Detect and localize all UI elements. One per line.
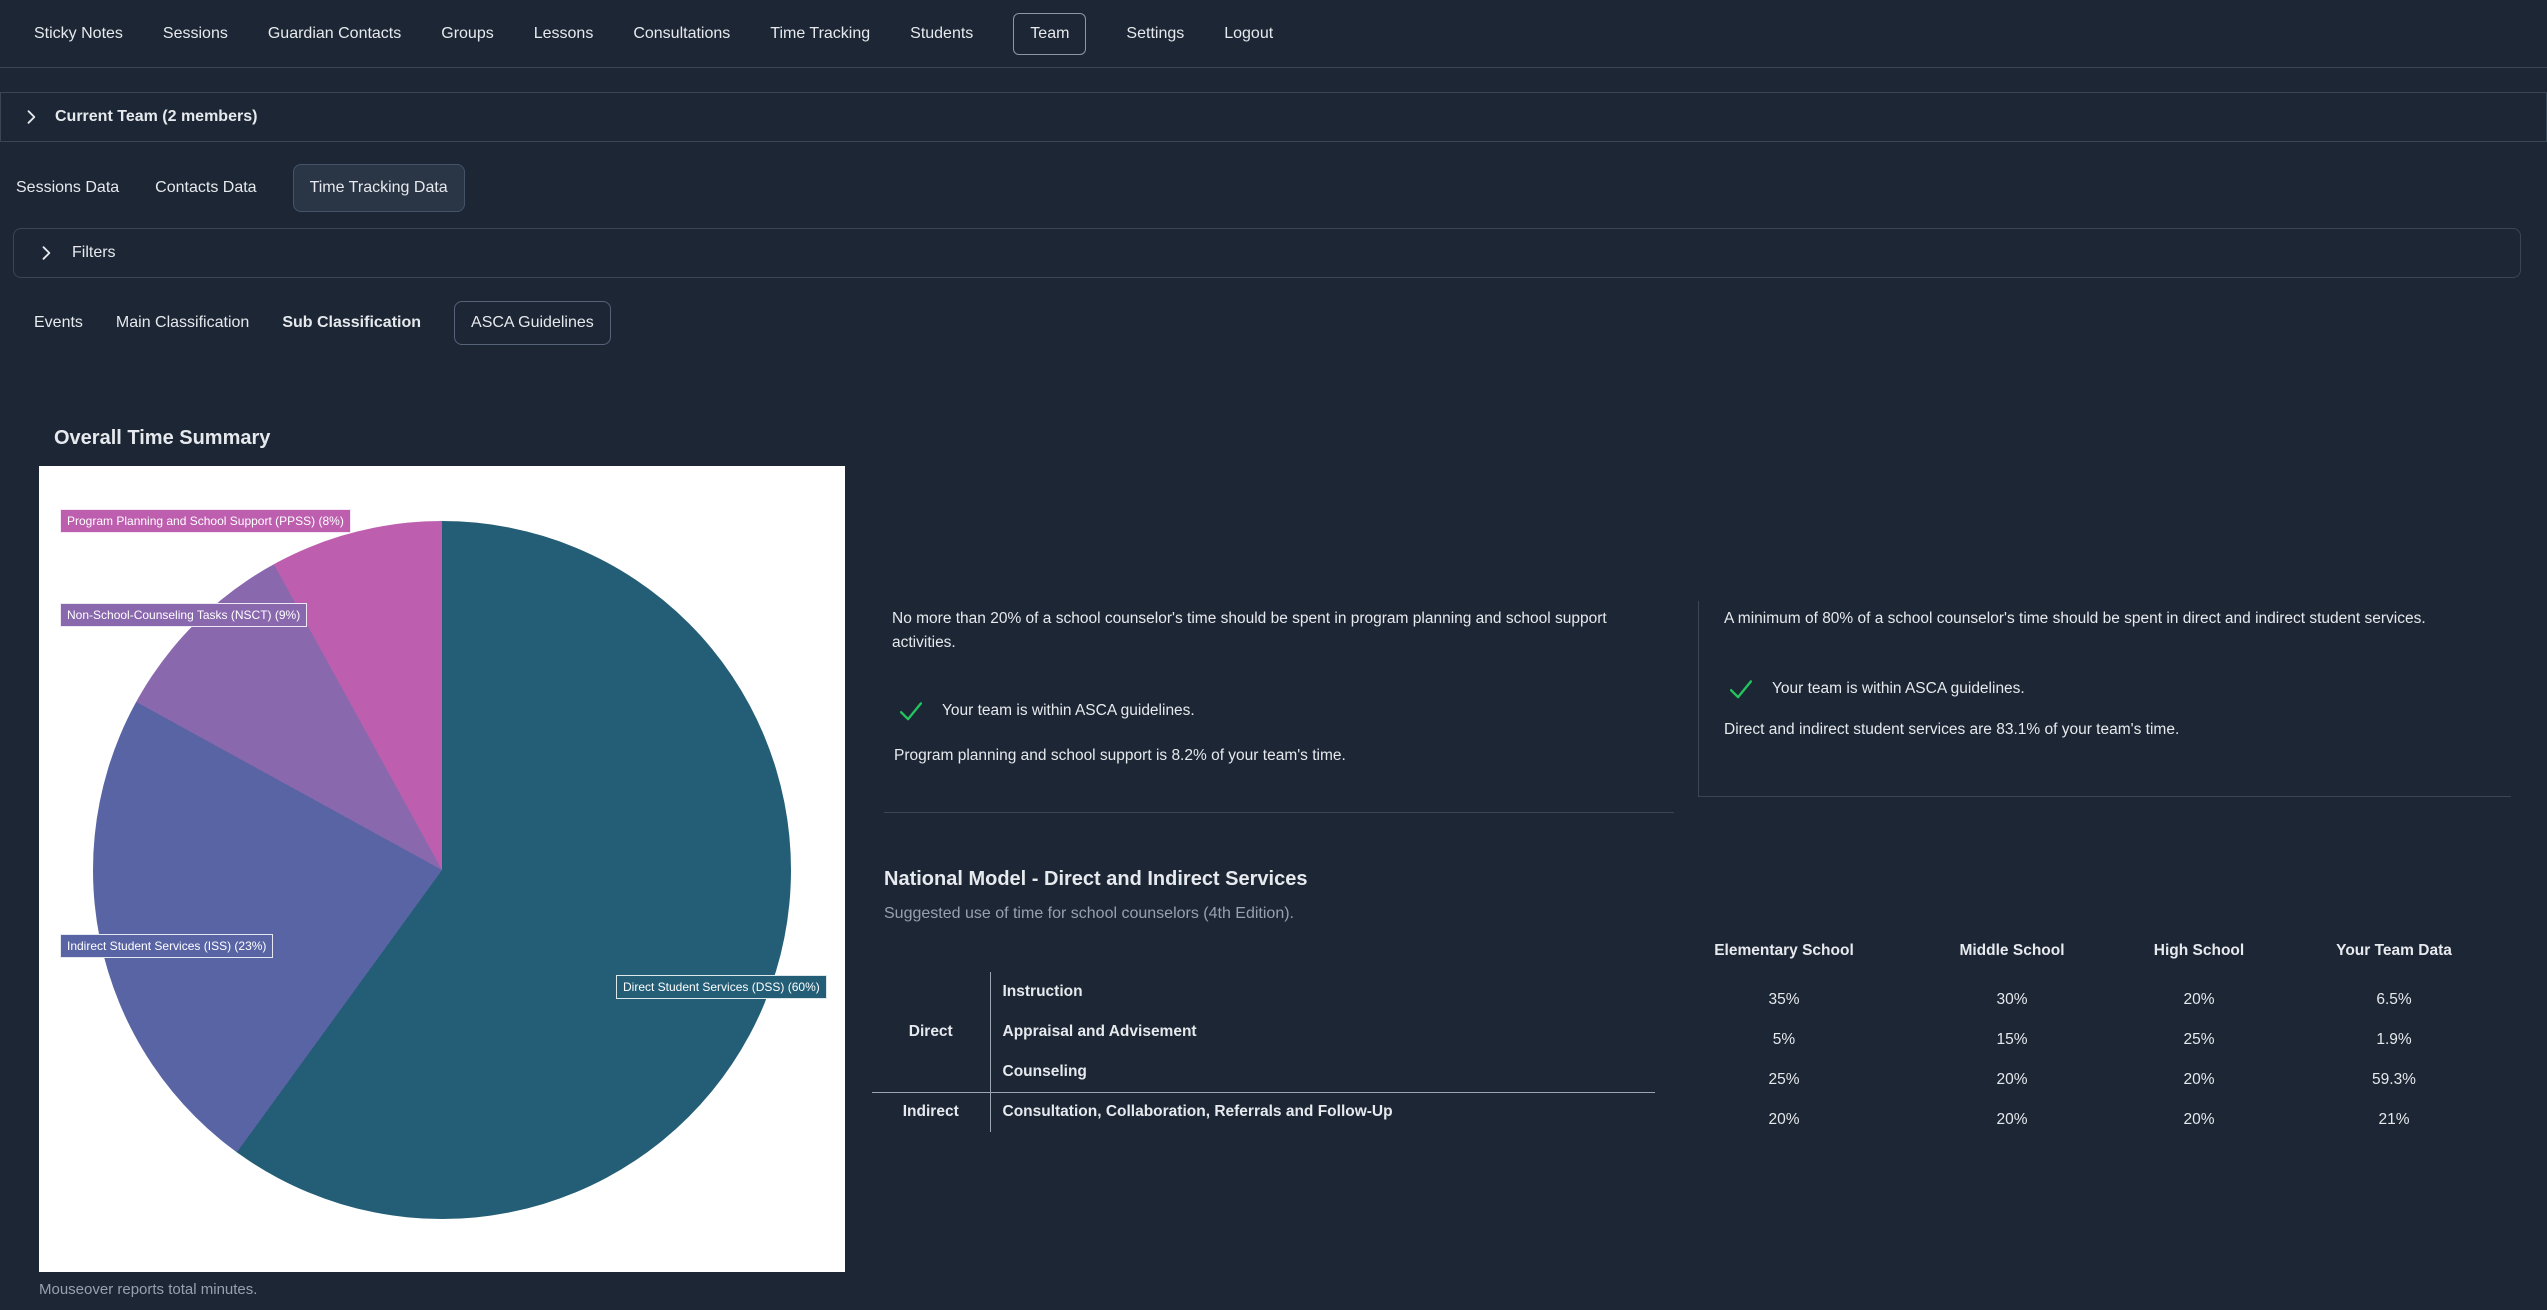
column-header-elementary: Elementary School <box>1714 942 1854 959</box>
chart-footnote: Mouseover reports total minutes. <box>39 1281 258 1298</box>
tab-asca-guidelines[interactable]: ASCA Guidelines <box>454 301 611 345</box>
filters-panel-toggle[interactable]: Filters <box>13 228 2521 278</box>
guideline-status-row: Your team is within ASCA guidelines. <box>1724 675 2025 703</box>
usage-value: 5% <box>1772 1031 1796 1048</box>
guideline-status-text: Your team is within ASCA guidelines. <box>942 702 1195 719</box>
guideline-detail-text: Direct and indirect student services are… <box>1724 721 2180 738</box>
nav-item-logout[interactable]: Logout <box>1224 25 1273 43</box>
usage-value: 20% <box>2183 1111 2215 1128</box>
usage-value: 25% <box>1768 1071 1800 1088</box>
table-row: Appraisal and Advisement <box>872 1012 1655 1052</box>
pie-chart-card: Program Planning and School Support (PPS… <box>39 466 845 1272</box>
usage-value: 35% <box>1768 991 1800 1008</box>
usage-table-section: Elementary School Middle School High Sch… <box>1660 936 2506 1140</box>
tab-sub-classification[interactable]: Sub Classification <box>282 314 421 332</box>
national-model-title: National Model - Direct and Indirect Ser… <box>884 868 1308 890</box>
chevron-right-icon <box>36 243 56 263</box>
check-icon <box>1724 675 1758 703</box>
overall-time-summary-title: Overall Time Summary <box>54 427 271 449</box>
service-counseling: Counseling <box>1002 1062 1087 1080</box>
nav-item-consultations[interactable]: Consultations <box>633 25 730 43</box>
pie-label-ppss: Program Planning and School Support (PPS… <box>60 509 351 534</box>
filters-label: Filters <box>72 244 116 261</box>
usage-value: 59.3% <box>2372 1071 2416 1088</box>
service-appraisal: Appraisal and Advisement <box>1002 1023 1197 1040</box>
current-team-panel-toggle[interactable]: Current Team (2 members) <box>0 92 2547 142</box>
service-instruction: Instruction <box>1002 983 1083 1000</box>
column-header-middle: Middle School <box>1959 942 2065 959</box>
chevron-right-icon <box>21 107 41 127</box>
tab-events[interactable]: Events <box>34 314 83 332</box>
usage-value: 20% <box>2183 1071 2215 1088</box>
usage-value: 21% <box>2378 1111 2410 1128</box>
usage-value: 20% <box>1996 1111 2028 1128</box>
nav-item-time-tracking[interactable]: Time Tracking <box>770 25 870 43</box>
guideline-detail-text: Program planning and school support is 8… <box>894 747 1346 764</box>
tab-main-classification[interactable]: Main Classification <box>116 314 249 332</box>
nav-item-groups[interactable]: Groups <box>441 25 493 43</box>
usage-value: 20% <box>1768 1111 1800 1128</box>
guideline-panel-ppss: No more than 20% of a school counselor's… <box>884 601 1674 813</box>
tab-contacts-data[interactable]: Contacts Data <box>155 179 256 197</box>
category-indirect: Indirect <box>872 1091 991 1132</box>
guideline-rule-text: A minimum of 80% of a school counselor's… <box>1724 610 2426 627</box>
column-header-your-team: Your Team Data <box>2336 942 2452 959</box>
check-icon <box>894 697 928 725</box>
pie-label-iss: Indirect Student Services (ISS) (23%) <box>60 934 274 959</box>
nav-item-settings[interactable]: Settings <box>1126 25 1184 43</box>
tab-sessions-data[interactable]: Sessions Data <box>16 179 119 197</box>
guideline-status-text: Your team is within ASCA guidelines. <box>1772 680 2025 697</box>
top-nav: Sticky Notes Sessions Guardian Contacts … <box>0 0 2547 68</box>
category-direct: Direct <box>872 972 991 1092</box>
nav-item-guardian-contacts[interactable]: Guardian Contacts <box>268 25 401 43</box>
table-row: Counseling <box>872 1052 1655 1092</box>
service-consultation: Consultation, Collaboration, Referrals a… <box>990 1091 1655 1132</box>
usage-value: 20% <box>2183 991 2215 1008</box>
nav-item-team[interactable]: Team <box>1013 12 1087 55</box>
nav-item-students[interactable]: Students <box>910 25 973 43</box>
column-header-high: High School <box>2153 942 2245 959</box>
usage-value: 25% <box>2183 1031 2215 1048</box>
table-row: Direct Instruction <box>872 972 1655 1092</box>
usage-value: 15% <box>1996 1031 2028 1048</box>
guideline-rule-text: No more than 20% of a school counselor's… <box>892 610 1607 651</box>
sub-tabs: Events Main Classification Sub Classific… <box>0 300 2547 346</box>
pie-label-nsct: Non-School-Counseling Tasks (NSCT) (9%) <box>60 603 308 628</box>
guideline-panel-dss-iss: A minimum of 80% of a school counselor's… <box>1698 601 2511 797</box>
nav-item-lessons[interactable]: Lessons <box>534 25 594 43</box>
nav-item-sessions[interactable]: Sessions <box>163 25 228 43</box>
tab-time-tracking-data[interactable]: Time Tracking Data <box>292 164 465 212</box>
national-model-subtitle: Suggested use of time for school counsel… <box>884 905 1294 922</box>
national-model-table: Direct Instruction Appraisal and Advisem… <box>872 972 1655 1132</box>
usage-value: 30% <box>1996 991 2028 1008</box>
data-tabs: Sessions Data Contacts Data Time Trackin… <box>0 162 2547 214</box>
pie-label-dss: Direct Student Services (DSS) (60%) <box>616 975 827 1000</box>
usage-value: 1.9% <box>2376 1031 2412 1048</box>
current-team-label: Current Team (2 members) <box>55 108 258 125</box>
guideline-status-row: Your team is within ASCA guidelines. <box>894 697 1195 725</box>
nav-item-sticky-notes[interactable]: Sticky Notes <box>34 25 123 43</box>
usage-value: 6.5% <box>2376 991 2412 1008</box>
usage-table: Elementary School Middle School High Sch… <box>1660 936 2506 1140</box>
table-row: Indirect Consultation, Collaboration, Re… <box>872 1091 1655 1132</box>
usage-value: 20% <box>1996 1071 2028 1088</box>
